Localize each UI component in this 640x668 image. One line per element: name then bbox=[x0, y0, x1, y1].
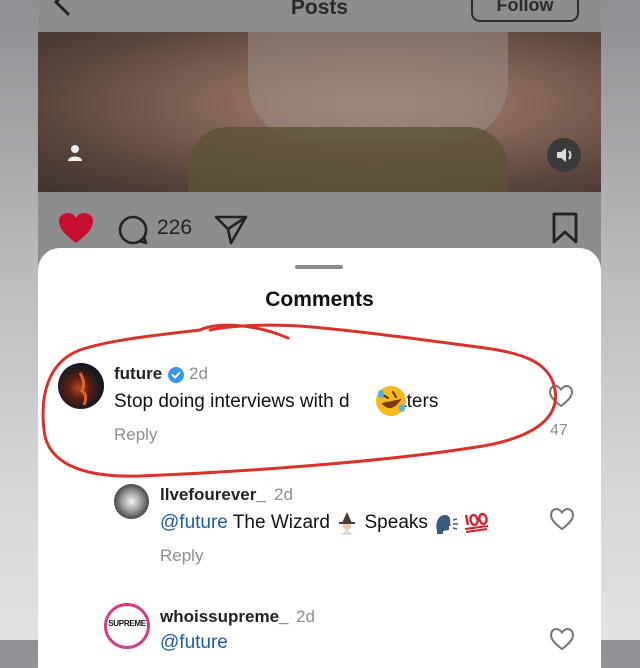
comment-icon[interactable] bbox=[117, 214, 149, 246]
avatar[interactable] bbox=[58, 363, 104, 409]
mention-link[interactable]: @future bbox=[160, 512, 228, 533]
rolling-laughing-emoji-icon bbox=[376, 386, 406, 416]
sheet-title: Comments bbox=[265, 288, 374, 311]
comments-sheet: Comments future 2d Stop doing interviews… bbox=[38, 248, 601, 668]
comment-text: @future bbox=[160, 632, 228, 654]
top-bar: Posts Follow bbox=[38, 0, 601, 32]
bookmark-icon[interactable] bbox=[551, 212, 579, 244]
comment-text-start: The Wizard bbox=[227, 512, 336, 534]
comment-username[interactable]: llvefourever_ bbox=[160, 485, 266, 505]
comment-username[interactable]: future bbox=[114, 364, 162, 384]
verified-icon bbox=[168, 367, 184, 383]
sound-icon[interactable] bbox=[547, 138, 581, 172]
comment-text-start: Stop doing interviews with d bbox=[114, 391, 350, 412]
post-actions: 226 bbox=[38, 192, 601, 252]
share-icon[interactable] bbox=[214, 213, 248, 245]
follow-button[interactable]: Follow bbox=[471, 0, 579, 22]
comment-time: 2d bbox=[296, 607, 315, 626]
heart-icon[interactable] bbox=[58, 212, 94, 244]
post-video[interactable] bbox=[38, 32, 601, 197]
comment-count: 226 bbox=[157, 216, 193, 239]
avatar-text: SUPREME bbox=[108, 619, 146, 628]
reply-button[interactable]: Reply bbox=[114, 425, 157, 445]
like-icon[interactable] bbox=[549, 385, 573, 407]
comment-username[interactable]: whoissupreme_ bbox=[160, 607, 289, 627]
avatar[interactable]: SUPREME bbox=[104, 603, 150, 649]
video-subject bbox=[248, 32, 508, 142]
comment-time: 2d bbox=[274, 485, 293, 504]
like-icon[interactable] bbox=[550, 628, 574, 650]
comment-text: @future The Wizard Speaks bbox=[160, 511, 491, 535]
speaking-head-emoji-icon bbox=[436, 515, 459, 534]
mention-link[interactable]: @future bbox=[160, 632, 228, 653]
avatar[interactable] bbox=[114, 484, 149, 519]
reply-button[interactable]: Reply bbox=[160, 546, 203, 566]
comment-time: 2d bbox=[189, 364, 208, 383]
video-subject-lower bbox=[188, 127, 508, 197]
sheet-grab-handle[interactable] bbox=[295, 265, 343, 269]
like-icon[interactable] bbox=[550, 508, 574, 530]
user-tag-icon[interactable] bbox=[66, 144, 84, 162]
like-count: 47 bbox=[550, 422, 568, 439]
wizard-emoji-icon bbox=[339, 512, 356, 535]
comment-text-end: Speaks bbox=[359, 512, 434, 534]
hundred-points-emoji-icon bbox=[464, 512, 489, 533]
